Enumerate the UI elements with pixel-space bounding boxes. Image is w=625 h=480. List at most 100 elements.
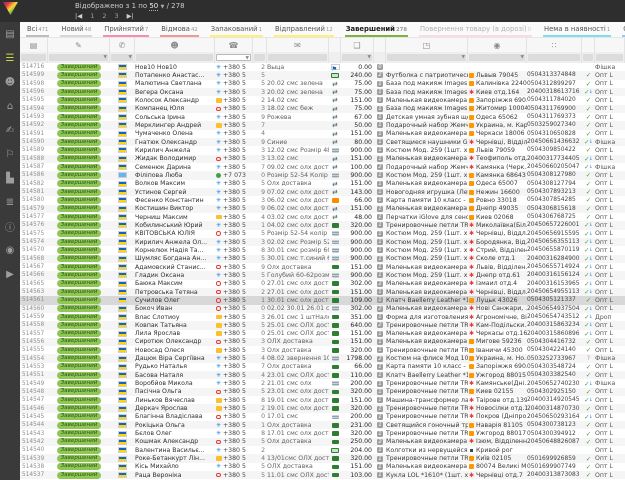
customer-name[interactable]: Семенюк Дарина <box>135 163 215 171</box>
phone-cell[interactable]: +380 5 <box>215 96 253 104</box>
ttn-number[interactable]: 0504312899297 <box>527 80 582 88</box>
phone-cell[interactable]: ✳+380 5 <box>215 130 253 138</box>
phone-cell[interactable]: +380 5 <box>215 396 253 404</box>
sidebar-orders-list-icon[interactable]: ☰ <box>0 46 20 70</box>
ttn-number[interactable]: 0501699907749 <box>527 463 582 471</box>
filter-input-0[interactable] <box>21 54 46 61</box>
table-row[interactable]: 514570 Завершений Корнелюк Надія Та... ✳… <box>20 246 625 254</box>
ttn-number[interactable]: 0504307893213 <box>527 188 582 196</box>
customer-name[interactable]: Волков Максим <box>135 180 215 188</box>
phone-cell[interactable]: ✳+380 5 <box>215 421 253 429</box>
table-row[interactable]: 514591 Завершений Чумаченко Олена ✳+380 … <box>20 130 625 138</box>
table-row[interactable]: 514551 Завершений Басова Наталя ✳+380 5 … <box>20 371 625 379</box>
header-handset-icon[interactable]: ☎ <box>215 38 253 52</box>
filter-input-14[interactable] <box>596 54 623 61</box>
phone-cell[interactable]: ✳+380 5 <box>215 271 253 279</box>
table-row[interactable]: 514548 Завершений Пасічна Ольга +380 5 5… <box>20 388 625 396</box>
filter-input-8[interactable]: ▼ <box>342 54 372 61</box>
filter-dropdown-icon[interactable]: ▼ <box>129 54 132 61</box>
filter-input-4[interactable]: ▼ <box>216 54 251 61</box>
phone-cell[interactable]: +380 5 <box>215 263 253 271</box>
table-row[interactable]: 514560 Завершений Бокоч Иван +380 5 0 02… <box>20 305 625 313</box>
ttn-number[interactable]: 20400314870730 <box>527 404 582 412</box>
table-row[interactable]: 514549 Завершений Воробйов Микола ✳+380 … <box>20 379 625 387</box>
customer-name[interactable]: Колосок Александр <box>135 96 215 104</box>
customer-name[interactable]: Лила Ярослав <box>135 330 215 338</box>
table-row[interactable]: 514555 Завершений Новосад Олеся +380 5 3… <box>20 346 625 354</box>
customer-name[interactable]: Благінна Владіслава <box>135 413 215 421</box>
phone-cell[interactable]: +7 073 <box>215 171 253 179</box>
tab-4[interactable]: Запакований1 <box>210 23 263 37</box>
customer-name[interactable]: Сиротюк Олександр <box>135 338 215 346</box>
table-row[interactable]: 514546 Завершений Деркач Ярослав +380 5 … <box>20 404 625 412</box>
phone-cell[interactable]: +380 5 <box>215 471 253 479</box>
header-comment-bubble-icon[interactable]: ✉ <box>267 38 329 52</box>
filter-input-3[interactable] <box>136 54 213 61</box>
phone-cell[interactable]: ✳+380 5 <box>215 146 253 154</box>
tab-2[interactable]: Прийнятий7 <box>103 23 149 37</box>
table-row[interactable]: 514590 Завершений Гнатюк Олександр ✳+380… <box>20 138 625 146</box>
table-row[interactable]: 514554 Завершений Дацюк Віра Сергіївна ✳… <box>20 354 625 362</box>
ttn-number[interactable]: 0504306815618 <box>527 205 582 213</box>
tab-0[interactable]: Всі471 <box>26 23 49 37</box>
phone-cell[interactable]: +380 5 <box>215 338 253 346</box>
table-row[interactable]: 514542 Завершений Кошмак Александр +380 … <box>20 438 625 446</box>
ttn-number[interactable]: 20400316156124 <box>527 271 582 279</box>
sidebar-hand-pointer-icon[interactable]: ✍ <box>0 118 20 142</box>
ttn-number[interactable]: 20400315860896 <box>527 330 582 338</box>
page-size-dropdown[interactable]: 50 <box>149 2 158 11</box>
sidebar-integrations-icon[interactable]: ◉ <box>0 238 20 262</box>
phone-cell[interactable]: ✳+380 5 <box>215 246 253 254</box>
table-row[interactable]: 514563 Завершений Петровська Тетяна +380… <box>20 288 625 296</box>
ttn-number[interactable]: 20400316153965 <box>527 280 582 288</box>
header-banknote-icon[interactable]: ❑ <box>341 38 374 52</box>
tab-3[interactable]: Відмова42 <box>160 23 198 37</box>
customer-name[interactable]: Чумаченко Олена <box>135 130 215 138</box>
ttn-number[interactable]: 0503259027340 <box>527 121 582 129</box>
customer-name[interactable]: Корнелюк Надія Та... <box>135 246 215 254</box>
phone-cell[interactable]: +380 5 <box>215 454 253 462</box>
phone-cell[interactable]: +380 5 <box>215 413 253 421</box>
customer-name[interactable]: Нов10 Нов10 <box>135 63 215 71</box>
ttn-number[interactable]: 0504309850422 <box>527 146 582 154</box>
filter-input-10[interactable]: ▼ <box>387 54 466 61</box>
table-row[interactable]: 514580 Завершений Фесенко Константин ✳+3… <box>20 196 625 204</box>
table-row[interactable]: 514587 Завершений Семенюк Дарина ✳+380 5… <box>20 163 625 171</box>
last-page-button[interactable]: ▶| <box>127 12 134 20</box>
table-row[interactable]: 514559 Завершений Влас Слотиоу +380 5 3 … <box>20 313 625 321</box>
ttn-number[interactable]: 20450654937504 <box>527 305 582 313</box>
table-row[interactable]: 514592 Завершений Мерклингер Андрей +380… <box>20 121 625 129</box>
customer-name[interactable]: Пасічна Ольга <box>135 388 215 396</box>
customer-name[interactable]: Жидак Володимир <box>135 155 215 163</box>
table-row[interactable]: 514579 Завершений Костишин Виктор ✳+380 … <box>20 205 625 213</box>
customer-name[interactable]: Новосад Олеся <box>135 346 215 354</box>
ttn-number[interactable]: 0504311784020 <box>527 96 582 104</box>
phone-cell[interactable]: ✳+380 5 <box>215 238 253 246</box>
phone-cell[interactable]: +380 5 <box>215 346 253 354</box>
customer-name[interactable]: Шумляс Богдана Ан... <box>135 255 215 263</box>
table-row[interactable]: 514544 Завершений Рокіцька Ольга ✳+380 5… <box>20 421 625 429</box>
customer-name[interactable]: Гладик Оксана <box>135 271 215 279</box>
table-row[interactable]: 514589 Завершений Кирилич Анжела ✳+380 5… <box>20 146 625 154</box>
customer-name[interactable]: Бокоч Иван <box>135 305 215 313</box>
phone-cell[interactable]: +380 5 <box>215 296 253 304</box>
table-row[interactable]: 514545 Завершений Благінна Владіслава +3… <box>20 413 625 421</box>
customer-name[interactable]: Гнатюк Олександр <box>135 138 215 146</box>
ttn-number[interactable]: 20450656355113 <box>527 238 582 246</box>
ttn-number[interactable]: 0504310650828 <box>527 130 582 138</box>
customer-name[interactable]: Дацюк Віра Сергіївна <box>135 354 215 362</box>
customer-name[interactable]: Устинов Сергей <box>135 188 215 196</box>
customer-name[interactable]: Влас Слотиоу <box>135 313 215 321</box>
ttn-number[interactable]: 20450654743512 <box>527 313 582 321</box>
phone-cell[interactable]: ✳+380 5 <box>215 379 253 387</box>
ttn-number[interactable]: 0504305121337 <box>527 296 582 304</box>
sidebar-info-icon[interactable]: ⓘ <box>0 214 20 238</box>
table-row[interactable]: 514599 Завершений Потапенко Анастас... ✳… <box>20 71 625 79</box>
ttn-number[interactable]: 20400317734405 <box>527 155 582 163</box>
phone-cell[interactable]: ✳+380 5 <box>215 180 253 188</box>
header-scan-brackets-icon[interactable]: ∷ <box>527 38 582 52</box>
filter-dropdown-icon[interactable]: ▼ <box>521 54 524 61</box>
filter-input-2[interactable]: ▼ <box>111 54 133 61</box>
phone-cell[interactable]: ✳+380 5 <box>215 196 253 204</box>
first-page-button[interactable]: |◀ <box>75 12 82 20</box>
